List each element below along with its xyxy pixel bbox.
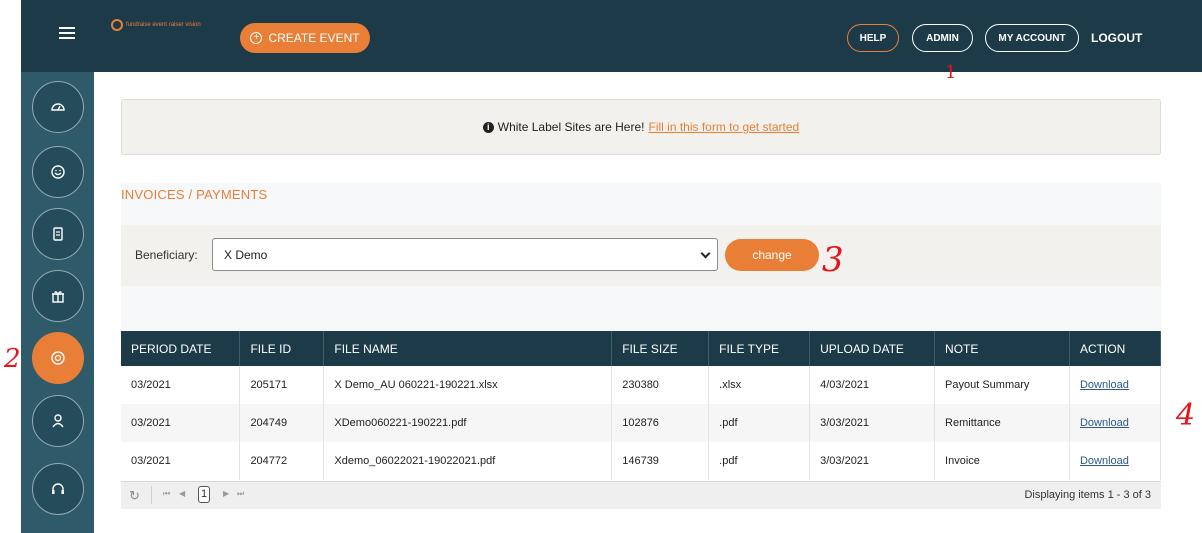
notice-form-link[interactable]: Fill in this form to get started [649, 120, 800, 134]
column-header-file-size[interactable]: FILE SIZE [611, 331, 710, 366]
first-page-icon[interactable]: ⏮ [163, 489, 170, 499]
page-title: INVOICES / PAYMENTS [121, 187, 268, 202]
table-row: 03/2021 204772 Xdemo_06022021-19022021.p… [121, 442, 1162, 480]
cell-action: Download [1069, 404, 1162, 442]
app-page: fundraise event raiser vision + CREATE E… [0, 0, 1202, 533]
top-navbar: fundraise event raiser vision + CREATE E… [21, 0, 1202, 72]
cell-file-id: 205171 [239, 366, 325, 404]
pager-status: Displaying items 1 - 3 of 3 [1024, 489, 1151, 501]
headset-icon [52, 483, 64, 494]
sidebar-item-engagement[interactable] [32, 146, 84, 198]
cell-file-type: .pdf [708, 404, 811, 442]
column-header-file-name[interactable]: FILE NAME [323, 331, 613, 366]
gift-icon [52, 291, 64, 303]
table-header-row: PERIOD DATE FILE ID FILE NAME FILE SIZE … [121, 331, 1162, 366]
cell-file-id: 204772 [239, 442, 325, 480]
hamburger-menu-icon[interactable] [59, 27, 75, 39]
create-event-button[interactable]: + CREATE EVENT [240, 23, 370, 53]
annotation-4: 4 [1176, 398, 1196, 433]
annotation-3: 3 [822, 240, 844, 280]
beneficiary-label: Beneficiary: [135, 248, 198, 262]
column-header-period-date[interactable]: PERIOD DATE [121, 331, 241, 366]
invoices-table: PERIOD DATE FILE ID FILE NAME FILE SIZE … [121, 331, 1162, 480]
chevron-down-icon [700, 248, 711, 259]
logo-text: fundraise event raiser vision [126, 22, 201, 28]
admin-button[interactable]: ADMIN [912, 24, 973, 52]
sidebar-item-users[interactable] [32, 395, 84, 447]
help-button[interactable]: HELP [847, 24, 899, 52]
table-pager: ↻ ⏮ ◀ 1 ▶ ⏭ Displaying items 1 - 3 of 3 [121, 481, 1161, 509]
white-label-notice: i White Label Sites are Here! Fill in th… [121, 99, 1161, 155]
beneficiary-select[interactable]: X Demo [212, 238, 718, 271]
cell-period-date: 03/2021 [121, 442, 241, 480]
sidebar-item-dashboard[interactable] [32, 81, 84, 133]
cell-file-type: .pdf [708, 442, 811, 480]
table-row: 03/2021 205171 X Demo_AU 060221-190221.x… [121, 366, 1162, 404]
cell-note: Invoice [934, 442, 1070, 480]
dashboard-icon [51, 103, 65, 111]
left-margin [0, 0, 21, 533]
info-icon: i [482, 121, 494, 133]
sidebar-item-support[interactable] [32, 463, 84, 515]
cell-file-id: 204749 [239, 404, 325, 442]
cell-action: Download [1069, 366, 1162, 404]
change-button[interactable]: change [725, 239, 819, 271]
cell-period-date: 03/2021 [121, 404, 241, 442]
annotation-1: 1 [945, 62, 957, 83]
cell-action: Download [1069, 442, 1162, 480]
section-header: INVOICES / PAYMENTS [121, 183, 1161, 225]
my-account-button[interactable]: MY ACCOUNT [985, 24, 1079, 52]
cell-file-size: 102876 [611, 404, 710, 442]
pager-divider [151, 486, 152, 504]
prev-page-icon[interactable]: ◀ [179, 489, 185, 498]
last-page-icon[interactable]: ⏭ [237, 489, 244, 499]
dollar-icon [51, 351, 65, 365]
column-header-file-id[interactable]: FILE ID [239, 331, 325, 366]
cell-file-name: Xdemo_06022021-19022021.pdf [323, 442, 613, 480]
cell-file-type: .xlsx [708, 366, 811, 404]
sidebar-item-rewards[interactable] [32, 270, 84, 322]
next-page-icon[interactable]: ▶ [223, 489, 229, 498]
column-header-file-type[interactable]: FILE TYPE [708, 331, 811, 366]
table-row: 03/2021 204749 XDemo060221-190221.pdf 10… [121, 404, 1162, 442]
refresh-icon[interactable]: ↻ [129, 488, 140, 504]
cell-upload-date: 4/03/2021 [809, 366, 936, 404]
brand-logo[interactable]: fundraise event raiser vision [111, 18, 201, 32]
beneficiary-selected-value: X Demo [224, 247, 268, 262]
column-header-upload-date[interactable]: UPLOAD DATE [809, 331, 936, 366]
cell-file-size: 230380 [611, 366, 710, 404]
document-icon [53, 227, 63, 241]
sidebar-item-payments[interactable] [32, 332, 84, 384]
annotation-2: 2 [4, 344, 21, 374]
sidebar-item-documents[interactable] [32, 208, 84, 260]
cell-upload-date: 3/03/2021 [809, 404, 936, 442]
download-link[interactable]: Download [1080, 417, 1129, 429]
smiley-icon [51, 165, 65, 179]
create-event-label: CREATE EVENT [268, 31, 360, 45]
cell-upload-date: 3/03/2021 [809, 442, 936, 480]
notice-text: White Label Sites are Here! [497, 120, 645, 134]
cell-note: Payout Summary [934, 366, 1070, 404]
cell-file-name: XDemo060221-190221.pdf [323, 404, 613, 442]
plus-circle-icon: + [250, 32, 263, 44]
cell-file-size: 146739 [611, 442, 710, 480]
cell-note: Remittance [934, 404, 1070, 442]
download-link[interactable]: Download [1080, 379, 1129, 391]
download-link[interactable]: Download [1080, 455, 1129, 467]
beneficiary-filter: Beneficiary: X Demo change [121, 225, 1161, 286]
column-header-note[interactable]: NOTE [934, 331, 1070, 366]
cell-period-date: 03/2021 [121, 366, 241, 404]
cell-file-name: X Demo_AU 060221-190221.xlsx [323, 366, 613, 404]
logout-link[interactable]: LOGOUT [1091, 24, 1142, 52]
user-icon [52, 414, 64, 428]
column-header-action: ACTION [1069, 331, 1162, 366]
sidebar [21, 72, 94, 533]
current-page-button[interactable]: 1 [198, 486, 210, 503]
toolbar-band [121, 286, 1161, 331]
logo-mark-icon [111, 19, 123, 31]
